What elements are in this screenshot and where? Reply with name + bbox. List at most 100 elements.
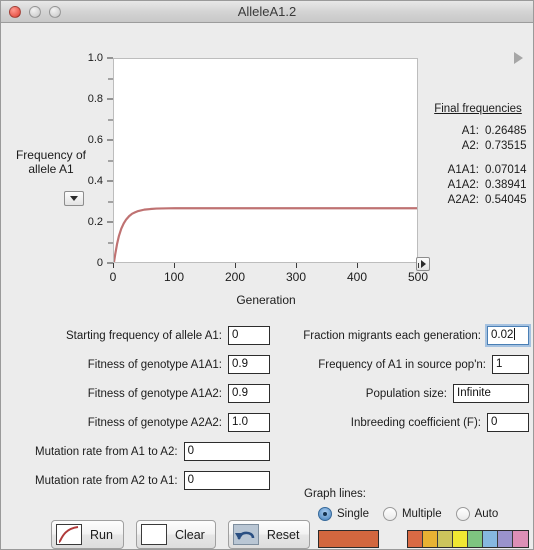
reset-button[interactable]: Reset bbox=[227, 520, 311, 549]
y-axis-ticks: 1.0 0.8 0.6 0.4 0.2 0 bbox=[73, 52, 113, 269]
input-frequency-of-a1-in-source-pop-n[interactable]: 1 bbox=[492, 355, 529, 374]
graph-lines-radio-group: Single Multiple Auto bbox=[318, 507, 529, 521]
palette-swatch-3[interactable] bbox=[438, 531, 453, 547]
window-content: Frequency of allele A1 1.0 0.8 0.6 0.4 0.2 0 … bbox=[1, 23, 533, 549]
y-axis-tick-label: 0.2 bbox=[87, 216, 103, 228]
parameters-right-column: Fraction migrants each generation: 0.02 Fr… bbox=[284, 325, 529, 441]
palette-swatch-7[interactable] bbox=[498, 531, 513, 547]
graph-lines-group: Graph lines: Single Multiple Auto bbox=[304, 488, 529, 548]
final-frequencies-allele-list: A1: 0.26485 A2: 0.73515 bbox=[425, 125, 531, 152]
x-axis-tick-label: 0 bbox=[109, 270, 117, 284]
graph-lines-swatch-row bbox=[318, 530, 529, 548]
final-frequencies-genotype-list: A1A1: 0.07014 A1A2: 0.38941 A2A2: 0.54045 bbox=[425, 164, 531, 206]
x-axis-tick-label: 300 bbox=[285, 270, 307, 284]
chevron-right-icon bbox=[420, 260, 426, 268]
title-bar: AlleleA1.2 bbox=[1, 1, 533, 23]
final-frequencies-panel: Final frequencies A1: 0.26485 A2: 0.73515 A… bbox=[425, 103, 531, 209]
multiple-line-color-palette[interactable] bbox=[407, 530, 529, 548]
x-axis-tick-major bbox=[113, 263, 114, 268]
label-frequency-of-a1-in-source-pop-n: Frequency of A1 in source pop'n: bbox=[318, 358, 486, 371]
input-population-size[interactable]: Infinite bbox=[453, 384, 529, 403]
input-fitness-of-genotype-a2a2[interactable]: 1.0 bbox=[228, 413, 270, 432]
x-axis-tick-label: 200 bbox=[224, 270, 246, 284]
y-axis-tick-label: 0 bbox=[96, 257, 103, 269]
curve-icon bbox=[56, 524, 82, 545]
palette-swatch-5[interactable] bbox=[468, 531, 483, 547]
radio-auto[interactable]: Auto bbox=[455, 507, 499, 521]
clear-button[interactable]: Clear bbox=[135, 520, 216, 549]
action-buttons-row: Run Clear Reset bbox=[51, 520, 311, 549]
palette-swatch-2[interactable] bbox=[423, 531, 438, 547]
y-axis-tick-label: 0.8 bbox=[87, 93, 103, 105]
label-fitness-of-genotype-a2a2: Fitness of genotype A2A2: bbox=[87, 416, 222, 429]
parameter-row: Fitness of genotype A2A2: 1.0 bbox=[35, 412, 270, 433]
plot-area[interactable] bbox=[113, 58, 418, 263]
minimize-window-button[interactable] bbox=[29, 5, 41, 18]
final-frequency-genotype-row: A1A1: 0.07014 bbox=[425, 164, 531, 176]
zoom-window-button[interactable] bbox=[49, 5, 61, 18]
palette-swatch-6[interactable] bbox=[483, 531, 498, 547]
label-inbreeding-coefficient-f: Inbreeding coefficient (F): bbox=[350, 416, 481, 429]
clear-button-label: Clear bbox=[174, 527, 205, 542]
parameter-row: Fitness of genotype A1A1: 0.9 bbox=[35, 354, 270, 375]
parameter-row: Inbreeding coefficient (F): 0 bbox=[284, 412, 529, 433]
app-window: AlleleA1.2 Frequency of allele A1 1.0 0.8… bbox=[0, 0, 534, 550]
label-fitness-of-genotype-a1a2: Fitness of genotype A1A2: bbox=[87, 387, 222, 400]
radio-label-multiple: Multiple bbox=[401, 508, 442, 520]
final-frequency-genotype-row: A1A2: 0.38941 bbox=[425, 179, 531, 191]
parameter-row: Fitness of genotype A1A2: 0.9 bbox=[35, 383, 270, 404]
radio-button-icon[interactable] bbox=[382, 507, 397, 521]
close-window-button[interactable] bbox=[9, 5, 21, 18]
final-frequency-genotype-row-key: A1A2: bbox=[447, 179, 479, 191]
final-frequency-genotype-row-value: 0.38941 bbox=[485, 179, 527, 191]
final-frequencies-title: Final frequencies bbox=[434, 103, 522, 115]
y-axis-tick-label: 0.4 bbox=[87, 175, 103, 187]
y-axis-tick-label: 0.6 bbox=[87, 134, 103, 146]
parameter-row: Mutation rate from A1 to A2: 0 bbox=[35, 441, 270, 462]
input-inbreeding-coefficient-f[interactable]: 0 bbox=[487, 413, 529, 432]
radio-label-auto: Auto bbox=[474, 508, 499, 520]
y-axis-tick-label: 1.0 bbox=[87, 52, 103, 64]
palette-swatch-4[interactable] bbox=[453, 531, 468, 547]
empty-box-icon bbox=[140, 524, 167, 545]
allele-frequency-line-chart bbox=[114, 207, 417, 262]
label-fitness-of-genotype-a1a1: Fitness of genotype A1A1: bbox=[87, 358, 222, 371]
label-mutation-rate-from-a1-to-a2: Mutation rate from A1 to A2: bbox=[35, 445, 178, 458]
final-frequency-allele-row-value: 0.73515 bbox=[485, 140, 527, 152]
radio-single[interactable]: Single bbox=[318, 507, 369, 521]
radio-button-icon[interactable] bbox=[455, 507, 470, 521]
x-axis-tick-major bbox=[357, 263, 358, 268]
run-button[interactable]: Run bbox=[51, 520, 124, 549]
series-line-frequency-of-allele-a1 bbox=[114, 207, 417, 262]
input-fitness-of-genotype-a1a2[interactable]: 0.9 bbox=[228, 384, 270, 403]
graph-lines-label: Graph lines: bbox=[304, 488, 367, 500]
label-starting-frequency-of-allele-a1: Starting frequency of allele A1: bbox=[66, 329, 222, 342]
x-axis-tick-major bbox=[235, 263, 236, 268]
final-frequency-allele-row-value: 0.26485 bbox=[485, 125, 527, 137]
palette-swatch-1[interactable] bbox=[408, 531, 423, 547]
parameters-left-column: Starting frequency of allele A1: 0 Fitness… bbox=[35, 325, 270, 499]
reset-button-label: Reset bbox=[266, 527, 300, 542]
final-frequency-allele-row: A1: 0.26485 bbox=[425, 125, 531, 137]
final-frequency-allele-row-key: A1: bbox=[461, 125, 479, 137]
parameter-row: Mutation rate from A2 to A1: 0 bbox=[35, 470, 270, 491]
radio-button-icon[interactable] bbox=[318, 507, 332, 521]
parameter-row: Frequency of A1 in source pop'n: 1 bbox=[284, 354, 529, 375]
graph-panel: Frequency of allele A1 1.0 0.8 0.6 0.4 0.2 0 … bbox=[1, 23, 534, 318]
label-population-size: Population size: bbox=[365, 387, 447, 400]
x-axis-tick-major bbox=[418, 263, 419, 268]
final-frequency-allele-row: A2: 0.73515 bbox=[425, 140, 531, 152]
palette-swatch-8[interactable] bbox=[513, 531, 528, 547]
final-frequency-genotype-row-key: A2A2: bbox=[447, 194, 479, 206]
x-axis-tick-label: 400 bbox=[346, 270, 368, 284]
input-fitness-of-genotype-a1a1[interactable]: 0.9 bbox=[228, 355, 270, 374]
input-mutation-rate-from-a2-to-a1[interactable]: 0 bbox=[183, 471, 270, 490]
single-line-color-swatch[interactable] bbox=[318, 530, 379, 548]
radio-multiple[interactable]: Multiple bbox=[382, 507, 442, 521]
input-mutation-rate-from-a1-to-a2[interactable]: 0 bbox=[183, 442, 270, 461]
parameter-row: Starting frequency of allele A1: 0 bbox=[35, 325, 270, 346]
input-fraction-migrants-each-generation[interactable]: 0.02 bbox=[487, 326, 529, 345]
label-fraction-migrants-each-generation: Fraction migrants each generation: bbox=[303, 329, 481, 342]
input-starting-frequency-of-allele-a1[interactable]: 0 bbox=[228, 326, 270, 345]
x-axis-ticks: 0 100 200 300 400 500 bbox=[109, 263, 428, 293]
